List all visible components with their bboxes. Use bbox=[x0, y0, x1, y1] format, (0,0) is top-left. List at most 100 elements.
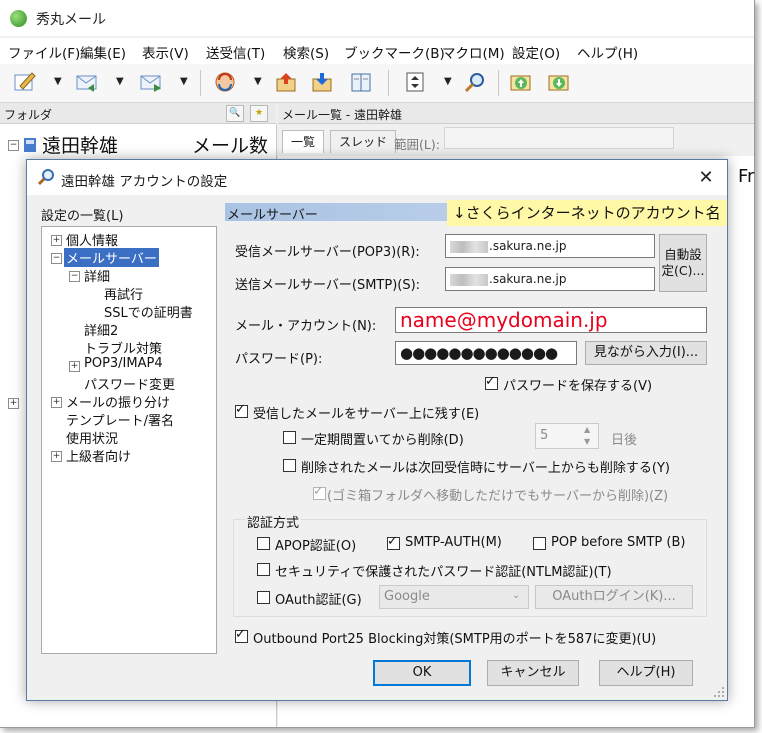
tree-item-details2[interactable]: 詳細2 bbox=[84, 320, 118, 339]
download-icon[interactable] bbox=[546, 70, 574, 96]
menu-bookmark[interactable]: ブックマーク(B) bbox=[344, 42, 445, 62]
magnifier-icon bbox=[37, 169, 54, 186]
send-icon[interactable] bbox=[274, 70, 302, 96]
auto-config-button[interactable]: 自動設定(C)... bbox=[659, 234, 707, 292]
outgoing-server-input[interactable]: .sakura.ne.jp bbox=[445, 267, 655, 291]
tab-thread[interactable]: スレッド bbox=[330, 130, 397, 153]
chevron-down-icon: ⌄ bbox=[512, 590, 521, 601]
oauth-provider-select[interactable]: Google ⌄ bbox=[379, 585, 529, 609]
tree-item-retry[interactable]: 再試行 bbox=[104, 284, 143, 303]
tree-expander[interactable]: − bbox=[51, 253, 62, 264]
toolbar-separator bbox=[200, 70, 201, 96]
folder-search-button[interactable]: 🔍 bbox=[226, 105, 244, 122]
resize-grip-icon[interactable] bbox=[713, 686, 725, 698]
toolbar: ▼ ▼ ▼ ▼ ▼ bbox=[0, 64, 754, 103]
sort-dropdown-icon[interactable]: ▼ bbox=[444, 76, 452, 87]
tree-expander[interactable]: + bbox=[51, 397, 62, 408]
upload-icon[interactable] bbox=[508, 70, 536, 96]
tree-expander[interactable]: + bbox=[69, 361, 80, 372]
delete-after-checkbox[interactable] bbox=[283, 431, 296, 444]
password-label: パスワード(P): bbox=[235, 352, 323, 367]
show-password-button[interactable]: 見ながら入力(I)... bbox=[585, 341, 707, 365]
menu-send-receive[interactable]: 送受信(T) bbox=[206, 42, 265, 62]
section-title: メールサーバー bbox=[227, 208, 318, 223]
tree-item-template-signature[interactable]: テンプレート/署名 bbox=[66, 410, 174, 429]
ntlm-checkbox[interactable] bbox=[257, 563, 270, 576]
cancel-button[interactable]: キャンセル bbox=[487, 660, 579, 686]
mail-list-tabs: 一覧 スレッド 範囲(L): bbox=[278, 124, 754, 154]
folder-pane-header: フォルダ 🔍 ★ bbox=[0, 103, 276, 124]
tree-expander[interactable]: + bbox=[51, 235, 62, 246]
days-unit-label: 日後 bbox=[611, 433, 638, 448]
trash-delete-checkbox[interactable]: ✓ bbox=[313, 484, 326, 500]
save-password-checkbox[interactable]: ✓ bbox=[485, 374, 498, 390]
delete-days-value: 5 bbox=[540, 428, 549, 443]
compose-dropdown-icon[interactable]: ▼ bbox=[54, 76, 62, 87]
tree-item-advanced[interactable]: 上級者向け bbox=[66, 446, 131, 465]
tree-item-pop3-imap4[interactable]: POP3/IMAP4 bbox=[84, 356, 163, 371]
mail-list-title: メール一覧 - 遠田幹雄 bbox=[282, 108, 402, 122]
close-icon[interactable]: ✕ bbox=[691, 165, 721, 191]
smtp-auth-checkbox[interactable]: ✓ bbox=[387, 534, 400, 550]
oauth-checkbox[interactable] bbox=[257, 591, 270, 604]
range-select[interactable] bbox=[444, 127, 674, 149]
folder-root-expander[interactable]: − bbox=[8, 140, 19, 151]
dialog-titlebar: 遠田幹雄 アカウントの設定 ✕ bbox=[27, 160, 727, 195]
stepper-down-icon[interactable]: ▼ bbox=[584, 437, 590, 446]
menu-search[interactable]: 検索(S) bbox=[283, 42, 329, 62]
account-icon bbox=[24, 138, 36, 152]
tree-expander[interactable]: + bbox=[51, 451, 62, 462]
folder-star-button[interactable]: ★ bbox=[250, 105, 268, 122]
tree-expander[interactable]: − bbox=[69, 271, 80, 282]
forward-icon[interactable] bbox=[138, 70, 166, 96]
folder-expander[interactable]: + bbox=[8, 398, 19, 409]
delete-on-server-checkbox[interactable] bbox=[283, 459, 296, 472]
apop-checkbox[interactable] bbox=[257, 537, 270, 550]
port25-label: Outbound Port25 Blocking対策(SMTP用のポートを587… bbox=[253, 632, 657, 647]
settings-list-label: 設定の一覧(L) bbox=[41, 209, 124, 224]
folder-root-label[interactable]: 遠田幹雄 bbox=[42, 131, 118, 158]
receive-icon[interactable] bbox=[310, 70, 338, 96]
address-book-icon[interactable] bbox=[348, 70, 376, 96]
tree-item-ssl-cert[interactable]: SSLでの証明書 bbox=[104, 302, 193, 321]
password-input[interactable]: ●●●●●●●●●●●●● bbox=[395, 341, 577, 365]
reply-icon[interactable] bbox=[74, 70, 102, 96]
menu-settings[interactable]: 設定(O) bbox=[512, 42, 560, 62]
mail-account-input[interactable]: name@mydomain.jp bbox=[395, 307, 707, 333]
ok-button[interactable]: OK bbox=[373, 660, 471, 686]
forward-dropdown-icon[interactable]: ▼ bbox=[180, 76, 188, 87]
delete-days-stepper[interactable]: 5 ▲ ▼ bbox=[535, 423, 599, 449]
port25-checkbox[interactable]: ✓ bbox=[235, 627, 248, 643]
incoming-server-input[interactable]: .sakura.ne.jp bbox=[445, 234, 655, 258]
tree-item-mail-server[interactable]: メールサーバー bbox=[64, 248, 159, 267]
tree-item-details[interactable]: 詳細 bbox=[84, 266, 110, 285]
tree-item-change-password[interactable]: パスワード変更 bbox=[84, 374, 175, 393]
oauth-login-button[interactable]: OAuthログイン(K)... bbox=[535, 585, 693, 609]
menu-view[interactable]: 表示(V) bbox=[142, 42, 189, 62]
pop-before-smtp-checkbox[interactable] bbox=[533, 537, 546, 550]
mail-list-header: メール一覧 - 遠田幹雄 bbox=[278, 103, 754, 124]
compose-icon[interactable] bbox=[12, 70, 40, 96]
leave-on-server-checkbox[interactable]: ✓ bbox=[235, 402, 248, 418]
tree-item-personal-info[interactable]: 個人情報 bbox=[66, 230, 118, 249]
tree-item-mail-filter[interactable]: メールの振り分け bbox=[66, 392, 170, 411]
tree-item-troubleshoot[interactable]: トラブル対策 bbox=[84, 338, 162, 357]
menu-edit[interactable]: 編集(E) bbox=[80, 42, 126, 62]
folder-pane-title: フォルダ bbox=[4, 108, 53, 122]
sort-icon[interactable] bbox=[402, 70, 430, 96]
stepper-up-icon[interactable]: ▲ bbox=[584, 425, 590, 434]
help-button[interactable]: ヘルプ(H) bbox=[599, 660, 693, 686]
menu-help[interactable]: ヘルプ(H) bbox=[577, 42, 638, 62]
search-icon[interactable] bbox=[462, 70, 490, 96]
oauth-label: OAuth認証(G) bbox=[275, 593, 362, 608]
tab-list[interactable]: 一覧 bbox=[282, 130, 325, 153]
reply-dropdown-icon[interactable]: ▼ bbox=[116, 76, 124, 87]
menu-macro[interactable]: マクロ(M) bbox=[442, 42, 505, 62]
send-receive-dropdown-icon[interactable]: ▼ bbox=[254, 76, 262, 87]
delete-on-server-label: 削除されたメールは次回受信時にサーバー上からも削除する(Y) bbox=[301, 461, 670, 476]
dialog-title: 遠田幹雄 アカウントの設定 bbox=[61, 174, 228, 190]
leave-on-server-label: 受信したメールをサーバー上に残す(E) bbox=[253, 407, 480, 422]
menu-file[interactable]: ファイル(F) bbox=[8, 42, 80, 62]
tree-item-usage[interactable]: 使用状況 bbox=[66, 428, 118, 447]
send-receive-icon[interactable] bbox=[212, 70, 240, 96]
